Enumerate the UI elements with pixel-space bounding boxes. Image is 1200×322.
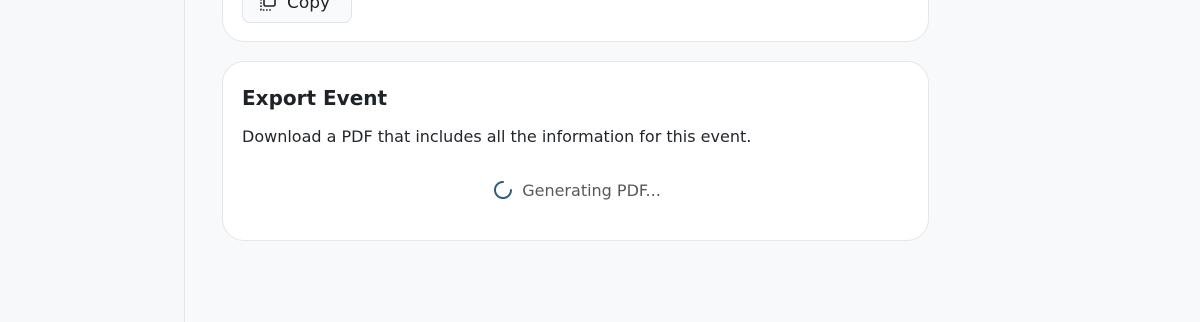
share-card: Copy bbox=[222, 0, 929, 42]
main-content: Copy Export Event Download a PDF that in… bbox=[185, 0, 1200, 322]
copy-button[interactable]: Copy bbox=[242, 0, 352, 23]
export-title: Export Event bbox=[242, 86, 388, 110]
generating-status: Generating PDF... bbox=[223, 179, 930, 201]
export-event-card: Export Event Download a PDF that include… bbox=[222, 61, 929, 241]
sidebar bbox=[0, 0, 185, 322]
copy-icon bbox=[259, 0, 277, 12]
export-description: Download a PDF that includes all the inf… bbox=[242, 127, 752, 146]
copy-button-label: Copy bbox=[287, 0, 331, 13]
spinner-icon bbox=[492, 179, 514, 201]
status-text: Generating PDF... bbox=[522, 180, 661, 200]
